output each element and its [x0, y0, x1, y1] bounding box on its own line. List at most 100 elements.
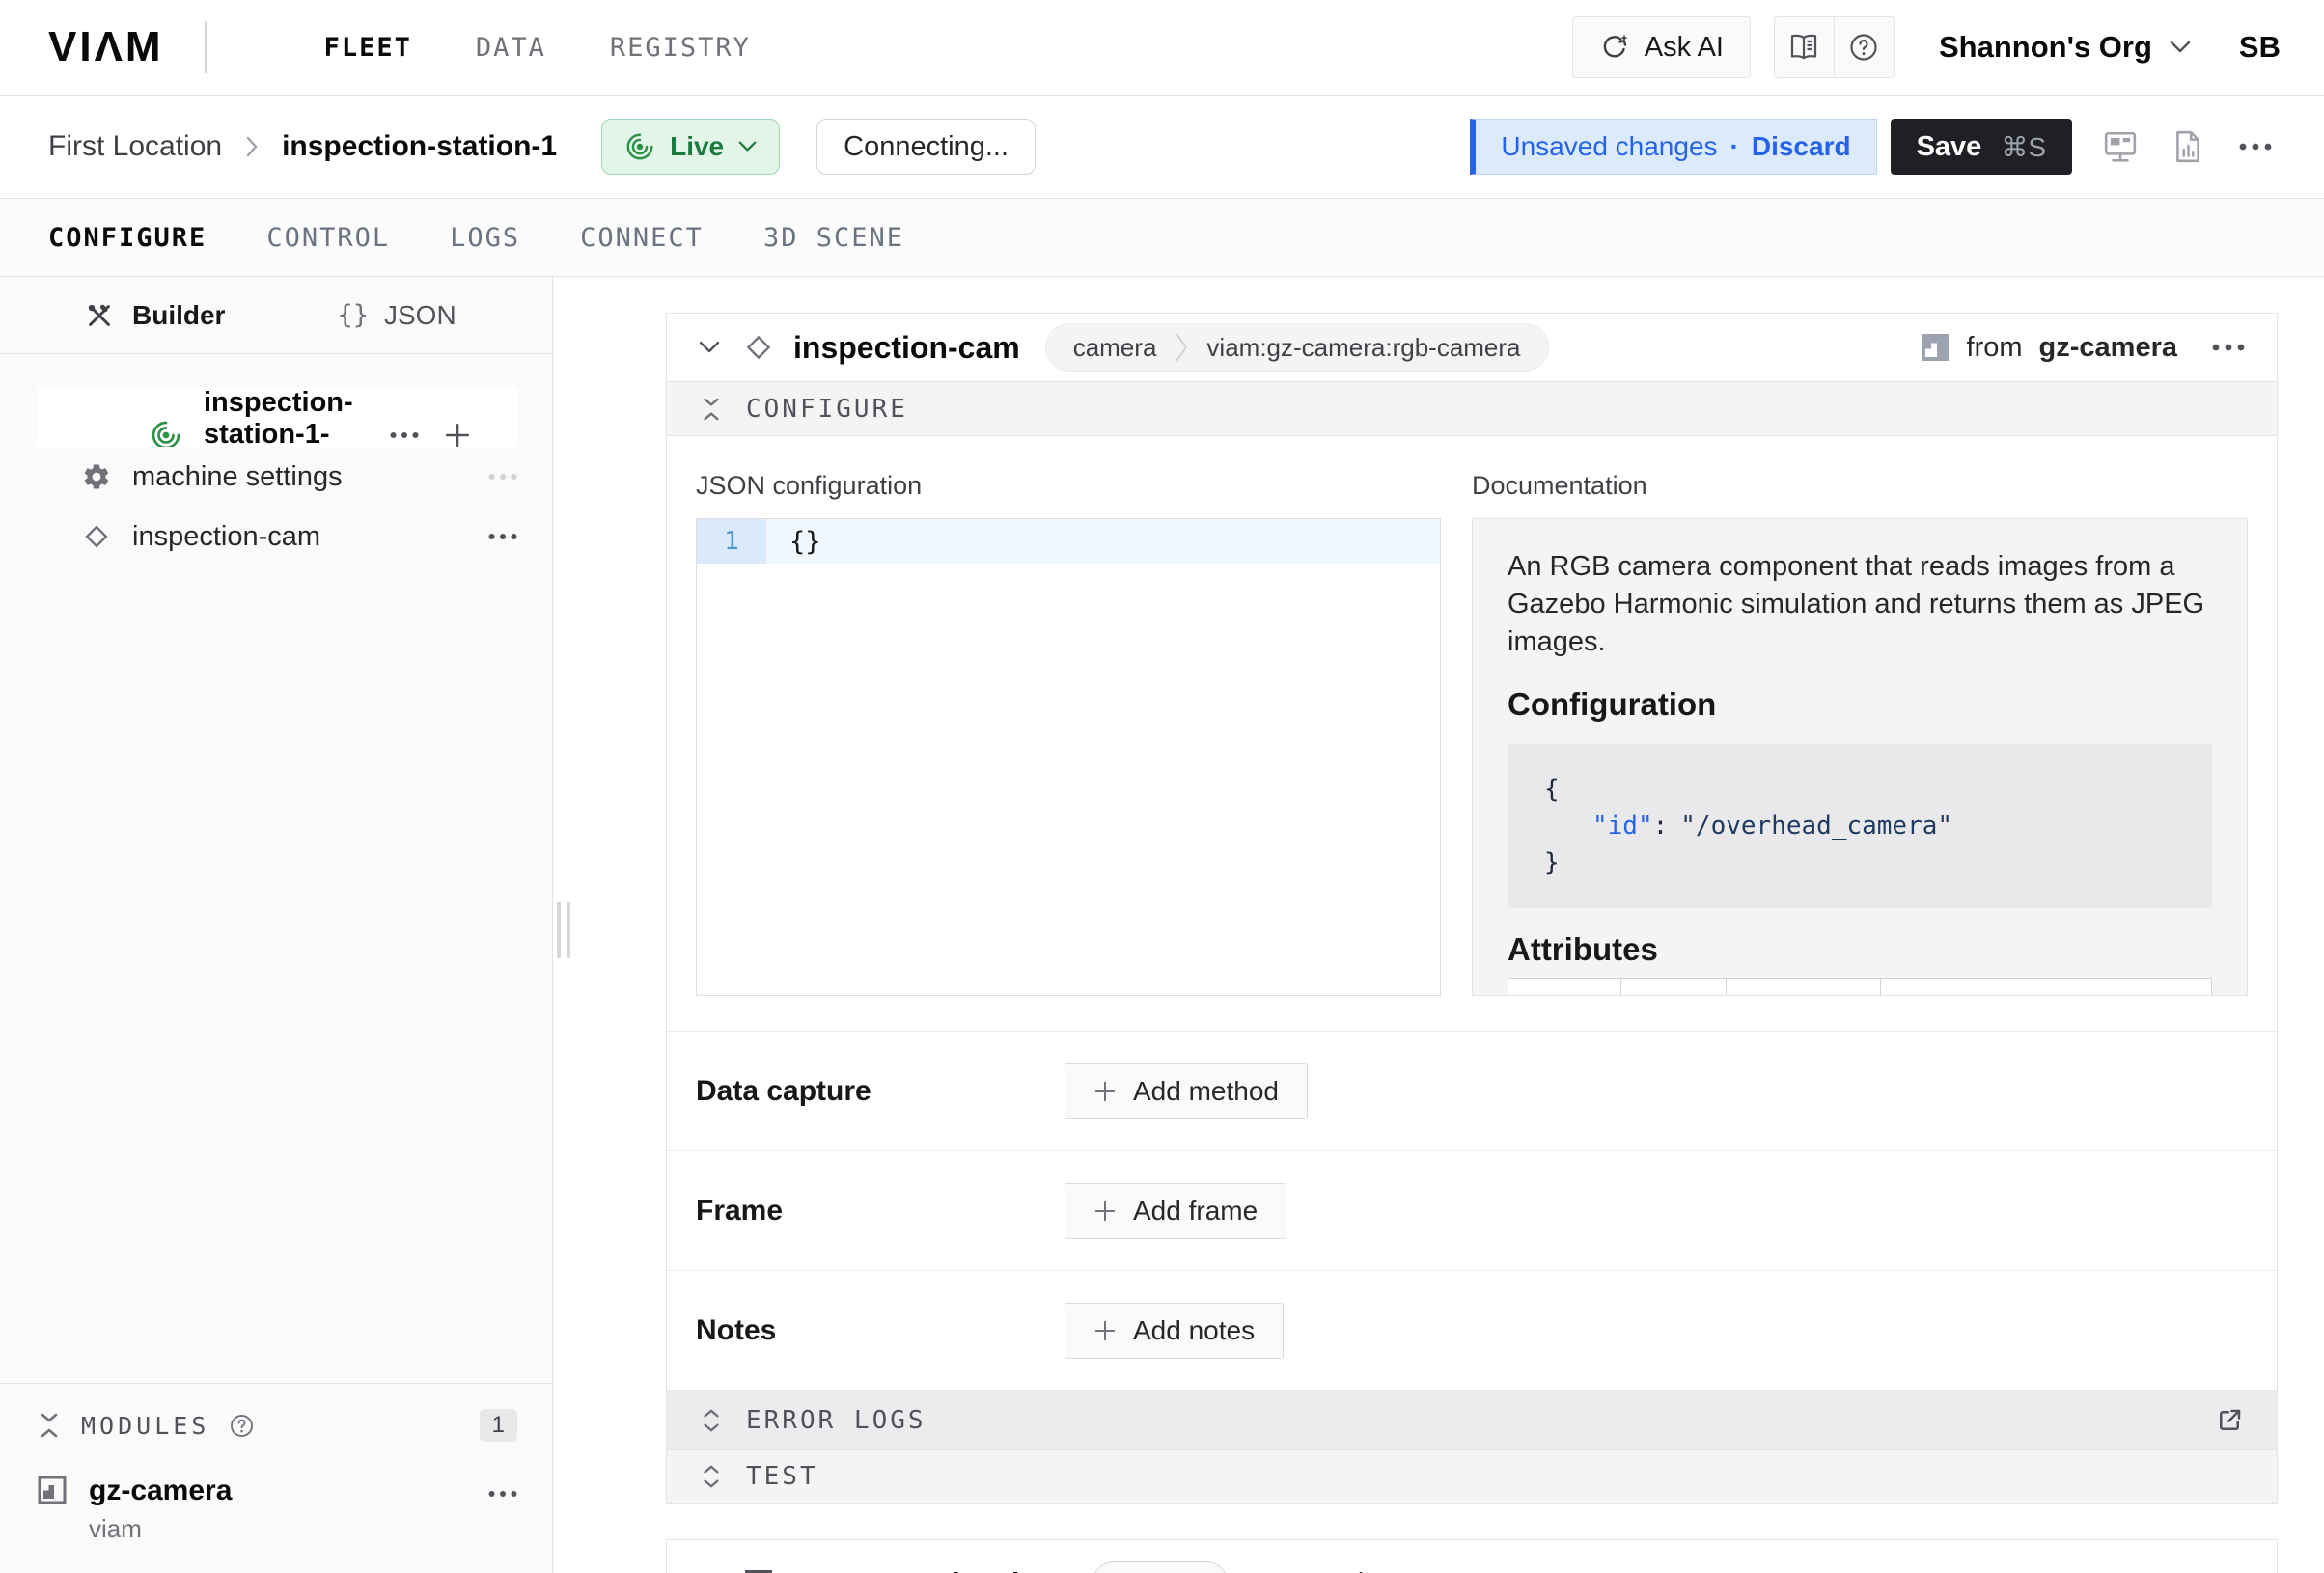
module-name: gz-camera [89, 1475, 232, 1507]
add-notes-label: Add notes [1133, 1315, 1255, 1346]
tab-control[interactable]: CONTROL [266, 223, 390, 253]
frame-section: Frame Add frame [667, 1150, 2277, 1270]
nav-fleet[interactable]: FLEET [324, 33, 412, 63]
item-menu-icon[interactable] [488, 533, 517, 540]
add-component-icon[interactable] [444, 422, 471, 448]
connection-status-button[interactable]: Connecting... [816, 119, 1036, 175]
module-icon [1920, 332, 1950, 363]
machine-name: inspection-station-1 [282, 130, 557, 163]
component-type: camera [1073, 333, 1157, 363]
attributes-table-cell [1726, 979, 1880, 997]
unsaved-changes-label: Unsaved changes [1501, 131, 1717, 162]
discard-link[interactable]: Discard [1752, 131, 1851, 162]
avatar[interactable]: SB [2239, 30, 2281, 65]
registry-link[interactable]: Registry [1265, 1568, 1409, 1573]
test-title: TEST [746, 1462, 818, 1491]
item-actions [488, 473, 517, 481]
code-line: "id":"/overhead_camera" [1544, 808, 2175, 844]
collapse-icon[interactable] [37, 1411, 62, 1440]
item-actions [488, 533, 517, 540]
viam-logo[interactable]: VIΛM [48, 23, 164, 71]
plus-icon [1093, 1080, 1117, 1103]
attributes-table [1508, 978, 2212, 996]
documentation-panel[interactable]: An RGB camera component that reads image… [1472, 518, 2248, 996]
docs-book-icon[interactable] [1775, 17, 1834, 77]
org-switcher[interactable]: Shannon's Org [1939, 30, 2191, 65]
component-card-inspection-cam: inspection-cam camera viam:gz-camera:rgb… [666, 313, 2278, 1504]
collapse-icon [700, 396, 723, 423]
module-author: viam [89, 1514, 232, 1544]
tree-item-inspection-cam[interactable]: inspection-cam [37, 507, 517, 566]
live-status-dropdown[interactable]: Live [601, 119, 780, 175]
component-model: viam:gz-camera:rgb-camera [1206, 333, 1520, 363]
modules-title: MODULES [81, 1412, 209, 1440]
help-icon[interactable] [1835, 17, 1894, 77]
module-card-gz-camera: gz-camera by viam module Registry [666, 1539, 2278, 1573]
top-header: VIΛM FLEET DATA REGISTRY Ask AI [0, 0, 2324, 96]
breadcrumb-location[interactable]: First Location [48, 130, 222, 163]
module-menu-icon[interactable] [488, 1490, 517, 1498]
sidebar-resize-handle[interactable] [557, 902, 570, 958]
tab-3d-scene[interactable]: 3D SCENE [763, 223, 904, 253]
attributes-table-cell [1620, 979, 1726, 997]
configuration-heading: Configuration [1508, 686, 2212, 723]
save-button[interactable]: Save ⌘S [1891, 119, 2072, 175]
module-card-header: gz-camera by viam module Registry [667, 1540, 2277, 1573]
modules-header: MODULES 1 [37, 1409, 517, 1442]
component-tree: inspection-station-1-main machin [0, 354, 552, 566]
configure-section-title: CONFIGURE [746, 395, 908, 424]
expand-icon [700, 1407, 723, 1434]
error-logs-bar[interactable]: ERROR LOGS [667, 1390, 2277, 1449]
add-method-button[interactable]: Add method [1065, 1063, 1308, 1119]
component-name: inspection-cam [793, 330, 1020, 366]
configure-section-bar[interactable]: CONFIGURE [667, 381, 2277, 436]
viam-app: VIΛM FLEET DATA REGISTRY Ask AI [0, 0, 2324, 1573]
code-value: "/overhead_camera" [1680, 812, 1952, 841]
line-number: 1 [697, 519, 766, 564]
part-menu-icon[interactable] [390, 431, 419, 439]
tab-logs[interactable]: LOGS [450, 223, 520, 253]
item-menu-icon[interactable] [488, 473, 517, 481]
tree-item-machine-settings[interactable]: machine settings [37, 447, 517, 507]
json-config-editor[interactable]: 1 {} [696, 518, 1441, 996]
breadcrumb-chevron-icon [245, 136, 259, 157]
add-notes-button[interactable]: Add notes [1065, 1303, 1284, 1359]
pill-chevron-icon [1174, 326, 1189, 369]
data-capture-label: Data capture [696, 1075, 1065, 1108]
config-sidebar: Builder {} JSON inspection [0, 277, 553, 1573]
editor-code: {} [766, 519, 1440, 564]
tab-configure[interactable]: CONFIGURE [48, 223, 207, 253]
chevron-down-icon [2170, 41, 2191, 54]
json-config-label: JSON configuration [696, 471, 1441, 501]
component-menu-icon[interactable] [2212, 344, 2245, 351]
ask-ai-button[interactable]: Ask AI [1572, 16, 1751, 78]
from-module: from gz-camera [1920, 332, 2177, 364]
json-label: JSON [384, 300, 456, 331]
nav-registry[interactable]: REGISTRY [610, 33, 751, 63]
nav-data[interactable]: DATA [476, 33, 546, 63]
open-logs-external-icon[interactable] [2215, 1406, 2244, 1435]
modules-count-badge: 1 [480, 1409, 517, 1442]
module-icon [37, 1475, 68, 1505]
diamond-icon [743, 332, 774, 363]
file-chart-icon[interactable] [2163, 122, 2213, 172]
module-icon [743, 1568, 774, 1573]
json-toggle[interactable]: {} JSON [337, 300, 456, 331]
collapse-chevron-icon[interactable] [699, 341, 720, 354]
machine-bar-icons [2095, 122, 2281, 172]
editor-line: 1 {} [697, 519, 1440, 564]
tree-item-main-part[interactable]: inspection-station-1-main [37, 387, 517, 447]
more-options-icon[interactable] [2230, 122, 2281, 172]
help-group [1774, 16, 1895, 78]
add-frame-button[interactable]: Add frame [1065, 1183, 1286, 1239]
builder-toggle[interactable]: Builder [85, 300, 225, 331]
monitor-icon[interactable] [2095, 122, 2145, 172]
registry-label: Registry [1307, 1568, 1409, 1573]
header-right: Ask AI [1572, 16, 2281, 78]
component-card-header: inspection-cam camera viam:gz-camera:rgb… [667, 314, 2277, 381]
test-bar[interactable]: TEST [667, 1449, 2277, 1503]
module-list-item[interactable]: gz-camera viam [37, 1475, 517, 1544]
broadcast-icon [150, 419, 182, 448]
documentation-code-block: { "id":"/overhead_camera" } [1508, 744, 2212, 908]
tab-connect[interactable]: CONNECT [580, 223, 704, 253]
